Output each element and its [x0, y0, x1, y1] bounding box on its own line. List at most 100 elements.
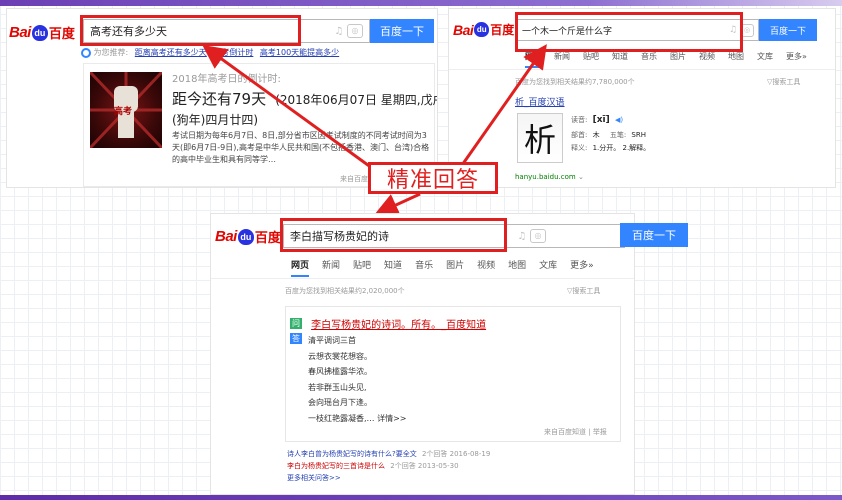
tab-wenku[interactable]: 文库: [757, 51, 773, 68]
tab-tieba[interactable]: 贴吧: [353, 258, 371, 277]
logo-du: 百度: [48, 26, 75, 41]
callout-label: 精准回答: [368, 162, 498, 194]
answer-source[interactable]: 来自百度知道: [544, 428, 586, 436]
highlight-box-query-3: [280, 218, 507, 252]
camera-icon[interactable]: ◎: [530, 229, 546, 243]
answer-title[interactable]: 李白写杨贵妃的诗词。所有。_百度知道: [311, 320, 486, 331]
tab-more[interactable]: 更多»: [570, 258, 594, 277]
search-button[interactable]: 百度一下: [370, 19, 434, 43]
poem-line-6: 一枝红艳露凝香,… 详情>>: [308, 413, 407, 423]
baidu-logo[interactable]: Bai du 百度: [215, 227, 281, 246]
pinyin-value: [xī]: [592, 115, 610, 125]
answer-row: 答: [290, 333, 302, 352]
tab-images[interactable]: 图片: [670, 51, 686, 68]
arrow-to-panel3: [374, 192, 421, 216]
tab-video[interactable]: 视频: [477, 258, 495, 277]
character-glyph: 析: [523, 121, 556, 159]
result-count: 百度为您找到相关结果约2,020,000个: [285, 287, 405, 295]
site-url: hanyu.baidu.com: [515, 173, 576, 181]
paw-icon: du: [474, 22, 490, 37]
meaning-value: 1.分开。 2.解释。: [592, 144, 651, 152]
tab-map[interactable]: 地图: [728, 51, 744, 68]
search-tools[interactable]: ▽搜索工具: [567, 286, 600, 296]
character-pinyin-row: 读音: [xī] ◀): [571, 115, 623, 125]
paw-icon: du: [237, 228, 254, 245]
search-button-panel3[interactable]: 百度一下: [620, 223, 688, 247]
tab-web[interactable]: 网页: [525, 51, 541, 68]
tab-zhidao[interactable]: 知道: [612, 51, 628, 68]
dropdown-icon: ⌄: [577, 173, 584, 181]
result-site[interactable]: hanyu.baidu.com ⌄: [515, 173, 584, 181]
microphone-icon[interactable]: ♫: [514, 231, 530, 242]
logo-bai: Bai: [215, 228, 237, 245]
paw-icon: du: [31, 24, 48, 41]
tab-zhidao[interactable]: 知道: [384, 258, 402, 277]
report-link[interactable]: 举报: [593, 428, 607, 436]
question-row: 问 李白写杨贵妃的诗词。所有。_百度知道: [290, 313, 486, 332]
related-link-1[interactable]: 距离高考还有多少天: [135, 48, 207, 57]
poem-line-1: 清平调词三首: [308, 336, 356, 345]
tab-images[interactable]: 图片: [446, 258, 464, 277]
baidu-logo[interactable]: Bai du 百度: [9, 23, 75, 42]
character-card: 析 读音: [xī] ◀) 部首: 木 五笔: SRH 释义: 1.分开。 2.…: [515, 113, 745, 167]
character-meaning-row: 释义: 1.分开。 2.解释。: [571, 143, 650, 153]
tab-music[interactable]: 音乐: [641, 51, 657, 68]
poem-line-5: 会向瑶台月下逢。: [308, 398, 372, 407]
character-radical-row: 部首: 木 五笔: SRH: [571, 130, 646, 140]
related-question-meta: 2个回答 2016-08-19: [421, 450, 491, 458]
logo-bai: Bai: [453, 21, 474, 38]
meaning-label: 释义:: [571, 144, 588, 152]
related-link-2[interactable]: 高考倒计时: [213, 48, 253, 57]
tab-news[interactable]: 新闻: [554, 51, 570, 68]
related-link-3[interactable]: 高考100天能提高多少: [260, 48, 339, 57]
highlight-box-query-1: [80, 15, 301, 46]
poem-line-4: 若非群玉山头见,: [308, 382, 367, 392]
result-title[interactable]: 析_百度汉语: [515, 95, 565, 108]
search-tools-label: 搜索工具: [772, 78, 801, 86]
countdown-headline: 距今还有79天: [172, 90, 267, 108]
highlight-box-query-2: [515, 12, 743, 52]
camera-icon[interactable]: ◎: [347, 24, 363, 38]
related-question-2[interactable]: 李白为杨贵妃写的三首诗是什么 2个回答 2013-05-30: [287, 460, 490, 472]
logo-du: 百度: [254, 230, 281, 245]
result-count: 百度为您找到相关结果约7,780,000个: [515, 78, 635, 86]
tab-web[interactable]: 网页: [291, 258, 310, 277]
answer-card: 问 李白写杨贵妃的诗词。所有。_百度知道 答 清平调词三首 云想衣裳花想容。 春…: [285, 306, 621, 442]
answer-source-row: 来自百度知道 | 举报: [544, 427, 607, 437]
poem-line-3: 春风拂槛露华浓。: [308, 367, 372, 376]
nav-tabs: 网页 新闻 贴吧 知道 音乐 图片 视频 地图 文库 更多»: [291, 258, 607, 277]
tab-video[interactable]: 视频: [699, 51, 715, 68]
tab-tieba[interactable]: 贴吧: [583, 51, 599, 68]
tab-map[interactable]: 地图: [508, 258, 526, 277]
tabs-divider: [449, 69, 835, 70]
tabs-divider: [211, 278, 634, 279]
search-tools[interactable]: ▽搜索工具: [767, 77, 800, 87]
countdown-date: (2018年06月07日 星期四,戊戌年: [275, 93, 437, 107]
related-question-meta: 2个回答 2013-05-30: [390, 462, 459, 470]
wubi-label: 五笔:: [609, 131, 627, 139]
countdown-lunar: (狗年)四月廿四): [172, 113, 259, 127]
tab-wenku[interactable]: 文库: [539, 258, 557, 277]
tab-news[interactable]: 新闻: [322, 258, 340, 277]
logo-du: 百度: [490, 23, 515, 37]
tab-more[interactable]: 更多»: [786, 51, 807, 68]
related-recommendations: 为您推荐: 距离高考还有多少天 高考倒计时 高考100天能提高多少: [81, 47, 339, 58]
related-question-1[interactable]: 诗人李白曾为杨贵妃写的诗有什么?要全文 2个回答 2016-08-19: [287, 448, 490, 460]
recommend-icon: [81, 47, 91, 58]
countdown-headline-row: 距今还有79天 (2018年06月07日 星期四,戊戌年: [172, 88, 437, 109]
poem-line-2: 云想衣裳花想容。: [308, 351, 372, 361]
more-related-link[interactable]: 更多相关问答>>: [287, 472, 490, 484]
question-badge: 问: [290, 318, 302, 329]
related-questions: 诗人李白曾为杨贵妃写的诗有什么?要全文 2个回答 2016-08-19 李白为杨…: [287, 448, 490, 484]
wubi-value: SRH: [631, 131, 646, 139]
answer-badge: 答: [290, 333, 302, 344]
related-question-text: 李白为杨贵妃写的三首诗是什么: [287, 462, 385, 470]
search-button[interactable]: 百度一下: [759, 19, 817, 41]
callout-text: 精准回答: [386, 168, 479, 193]
related-question-text: 诗人李白曾为杨贵妃写的诗有什么?要全文: [287, 450, 417, 458]
speaker-icon[interactable]: ◀): [615, 116, 623, 124]
baidu-logo[interactable]: Bai du 百度: [453, 21, 514, 38]
microphone-icon[interactable]: ♫: [331, 26, 347, 37]
character-glyph-box: 析: [517, 113, 563, 163]
tab-music[interactable]: 音乐: [415, 258, 433, 277]
